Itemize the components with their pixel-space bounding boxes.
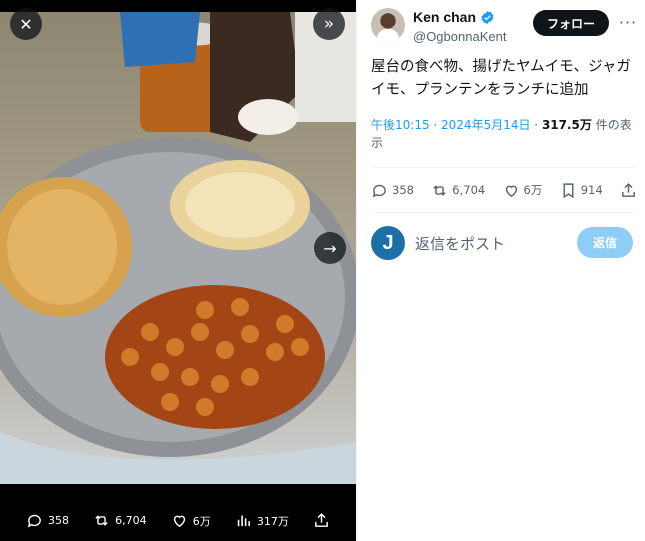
arrow-right-icon: →	[323, 238, 337, 258]
media-action-bar: 358 6,704 6万 317万	[0, 500, 356, 541]
follow-button[interactable]: フォロー	[533, 10, 609, 36]
verified-badge-icon	[481, 10, 494, 24]
reply-avatar: J	[371, 226, 405, 260]
author-name-row: Ken chan	[413, 9, 495, 25]
retweet-button[interactable]: 6,704	[431, 182, 485, 199]
media-views-count: 317万	[256, 514, 289, 528]
reply-count: 358	[392, 183, 414, 197]
tweet-panel: Ken chan @OgbonnaKent フォロー ··· 屋台の食べ物、揚げ…	[356, 0, 645, 541]
expand-button[interactable]: »	[313, 8, 345, 40]
media-viewer: ✕ » → 358 6,704 6万 317万	[0, 0, 356, 541]
retweet-icon	[433, 184, 446, 196]
retweet-count: 6,704	[452, 183, 486, 197]
tweet-meta: 午後10:15 · 2024年5月14日 · 317.5万 件の表示	[371, 116, 637, 152]
avatar[interactable]	[371, 8, 405, 42]
share-icon	[622, 182, 635, 197]
reply-composer: J 返信をポスト 返信	[371, 224, 637, 264]
display-name[interactable]: Ken chan	[413, 9, 476, 25]
divider	[371, 212, 637, 213]
chevron-double-right-icon: »	[323, 14, 335, 34]
meta-separator: ·	[530, 118, 542, 132]
media-retweet-button[interactable]: 6,704	[93, 512, 147, 529]
media-like-count: 6万	[192, 514, 211, 528]
media-share-button[interactable]	[313, 512, 330, 529]
close-button[interactable]: ✕	[10, 8, 42, 40]
tweet-timestamp[interactable]: 午後10:15 · 2024年5月14日	[371, 118, 530, 132]
media-views-button[interactable]: 317万	[235, 512, 289, 529]
reply-button[interactable]: 358	[371, 182, 414, 199]
food-photo-drawing	[0, 12, 356, 484]
tweet-action-bar: 358 6,704 6万 914	[371, 178, 637, 202]
heart-icon	[505, 185, 517, 197]
bookmark-button[interactable]: 914	[560, 182, 603, 199]
more-icon: ···	[618, 12, 638, 32]
like-count: 6万	[523, 183, 543, 197]
share-icon	[315, 513, 328, 527]
media-retweet-count: 6,704	[115, 514, 147, 527]
media-reply-button[interactable]: 358	[26, 512, 69, 529]
bookmark-count: 914	[580, 183, 603, 197]
retweet-icon	[95, 515, 108, 526]
next-image-button[interactable]: →	[314, 232, 346, 264]
view-count: 317.5万	[541, 118, 592, 132]
media-like-button[interactable]: 6万	[171, 512, 211, 529]
share-button[interactable]	[620, 182, 637, 199]
reply-submit-button[interactable]: 返信	[577, 227, 633, 258]
like-button[interactable]: 6万	[503, 182, 543, 199]
reply-input[interactable]: 返信をポスト	[415, 233, 505, 254]
divider	[371, 167, 637, 168]
food-photo[interactable]	[0, 12, 356, 484]
reply-icon	[27, 514, 41, 528]
views-icon	[237, 515, 250, 527]
close-icon: ✕	[19, 14, 33, 34]
heart-icon	[173, 515, 185, 528]
bookmark-icon	[563, 182, 574, 198]
author-handle[interactable]: @OgbonnaKent	[413, 29, 506, 44]
tweet-text: 屋台の食べ物、揚げたヤムイモ、ジャガイモ、プランテンをランチに追加	[371, 59, 631, 98]
blue-bag	[120, 12, 200, 67]
reply-icon	[372, 184, 386, 197]
media-reply-count: 358	[48, 514, 70, 527]
more-options-button[interactable]: ···	[618, 10, 638, 34]
small-bowl	[238, 99, 298, 135]
